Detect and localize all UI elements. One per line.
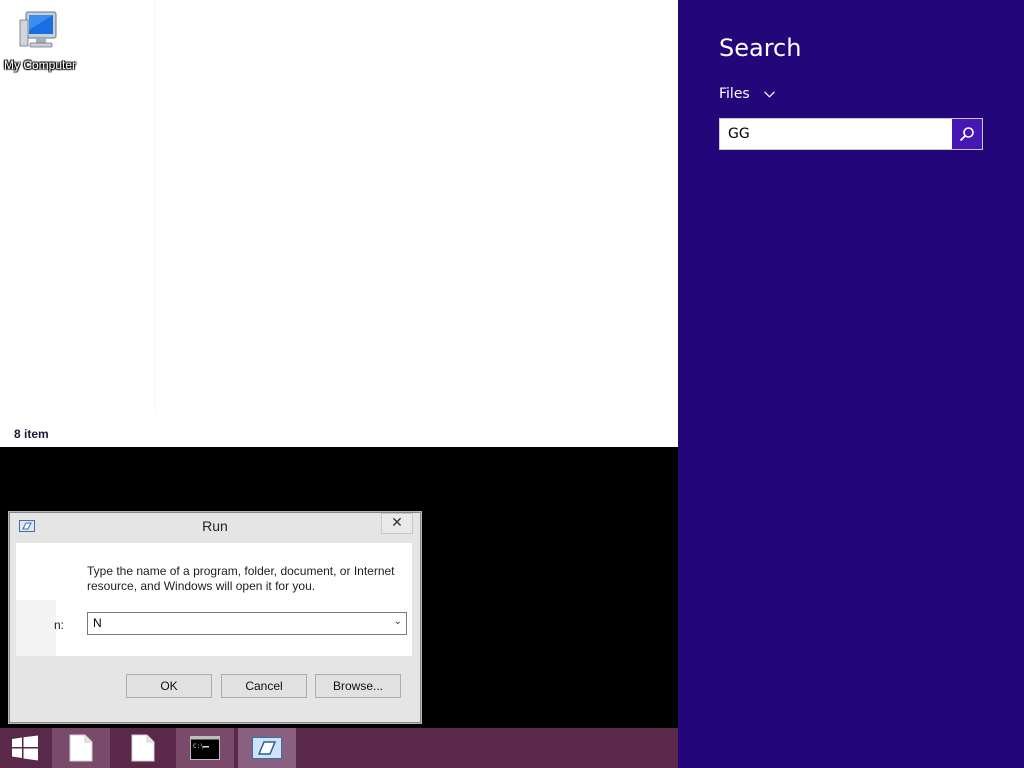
run-icon [252,737,282,759]
desktop-icon-my-computer[interactable]: My Computer [0,8,80,78]
chevron-down-icon[interactable]: ⌄ [394,616,402,627]
taskbar: C:\ [0,728,678,768]
status-item-count: 8 item [14,427,49,441]
column-divider [155,0,156,415]
taskbar-item-command-prompt[interactable]: C:\ [176,728,234,768]
document-icon [131,734,155,762]
desktop-icon-label: My Computer [3,58,77,72]
computer-icon [19,11,57,48]
document-icon [69,734,93,762]
open-input[interactable]: N [93,616,102,630]
search-scope-dropdown[interactable]: Files [719,86,776,102]
run-title: Run [202,518,228,534]
windows-logo-icon [12,735,38,761]
taskbar-item-file-1[interactable] [52,728,110,768]
search-button[interactable] [952,119,982,149]
chevron-down-icon [764,88,776,101]
browse-button[interactable]: Browse... [315,674,401,698]
close-icon: ✕ [391,515,403,531]
taskbar-item-run[interactable] [238,728,296,768]
run-body-shade [16,600,56,656]
ok-button[interactable]: OK [126,674,212,698]
close-button[interactable]: ✕ [381,513,413,534]
run-titlebar[interactable]: Run ✕ [9,512,421,542]
search-title: Search [719,34,802,62]
search-input[interactable] [720,119,954,149]
explorer-window: My Computer 8 item [0,0,678,447]
search-box [719,118,983,150]
search-icon [959,127,974,142]
search-charm-pane: Search Files [678,0,1024,768]
start-button[interactable] [0,728,50,768]
open-label: n: [54,618,65,632]
run-dialog: Run ✕ Type the name of a program, folder… [8,511,422,724]
search-scope-label: Files [719,86,750,102]
svg-text:C:\: C:\ [193,743,204,750]
command-prompt-icon: C:\ [190,736,220,760]
run-body: Type the name of a program, folder, docu… [16,543,412,656]
taskbar-item-file-2[interactable] [114,728,172,768]
cancel-button[interactable]: Cancel [221,674,307,698]
run-description: Type the name of a program, folder, docu… [87,564,395,593]
open-combobox[interactable]: N ⌄ [87,612,407,635]
